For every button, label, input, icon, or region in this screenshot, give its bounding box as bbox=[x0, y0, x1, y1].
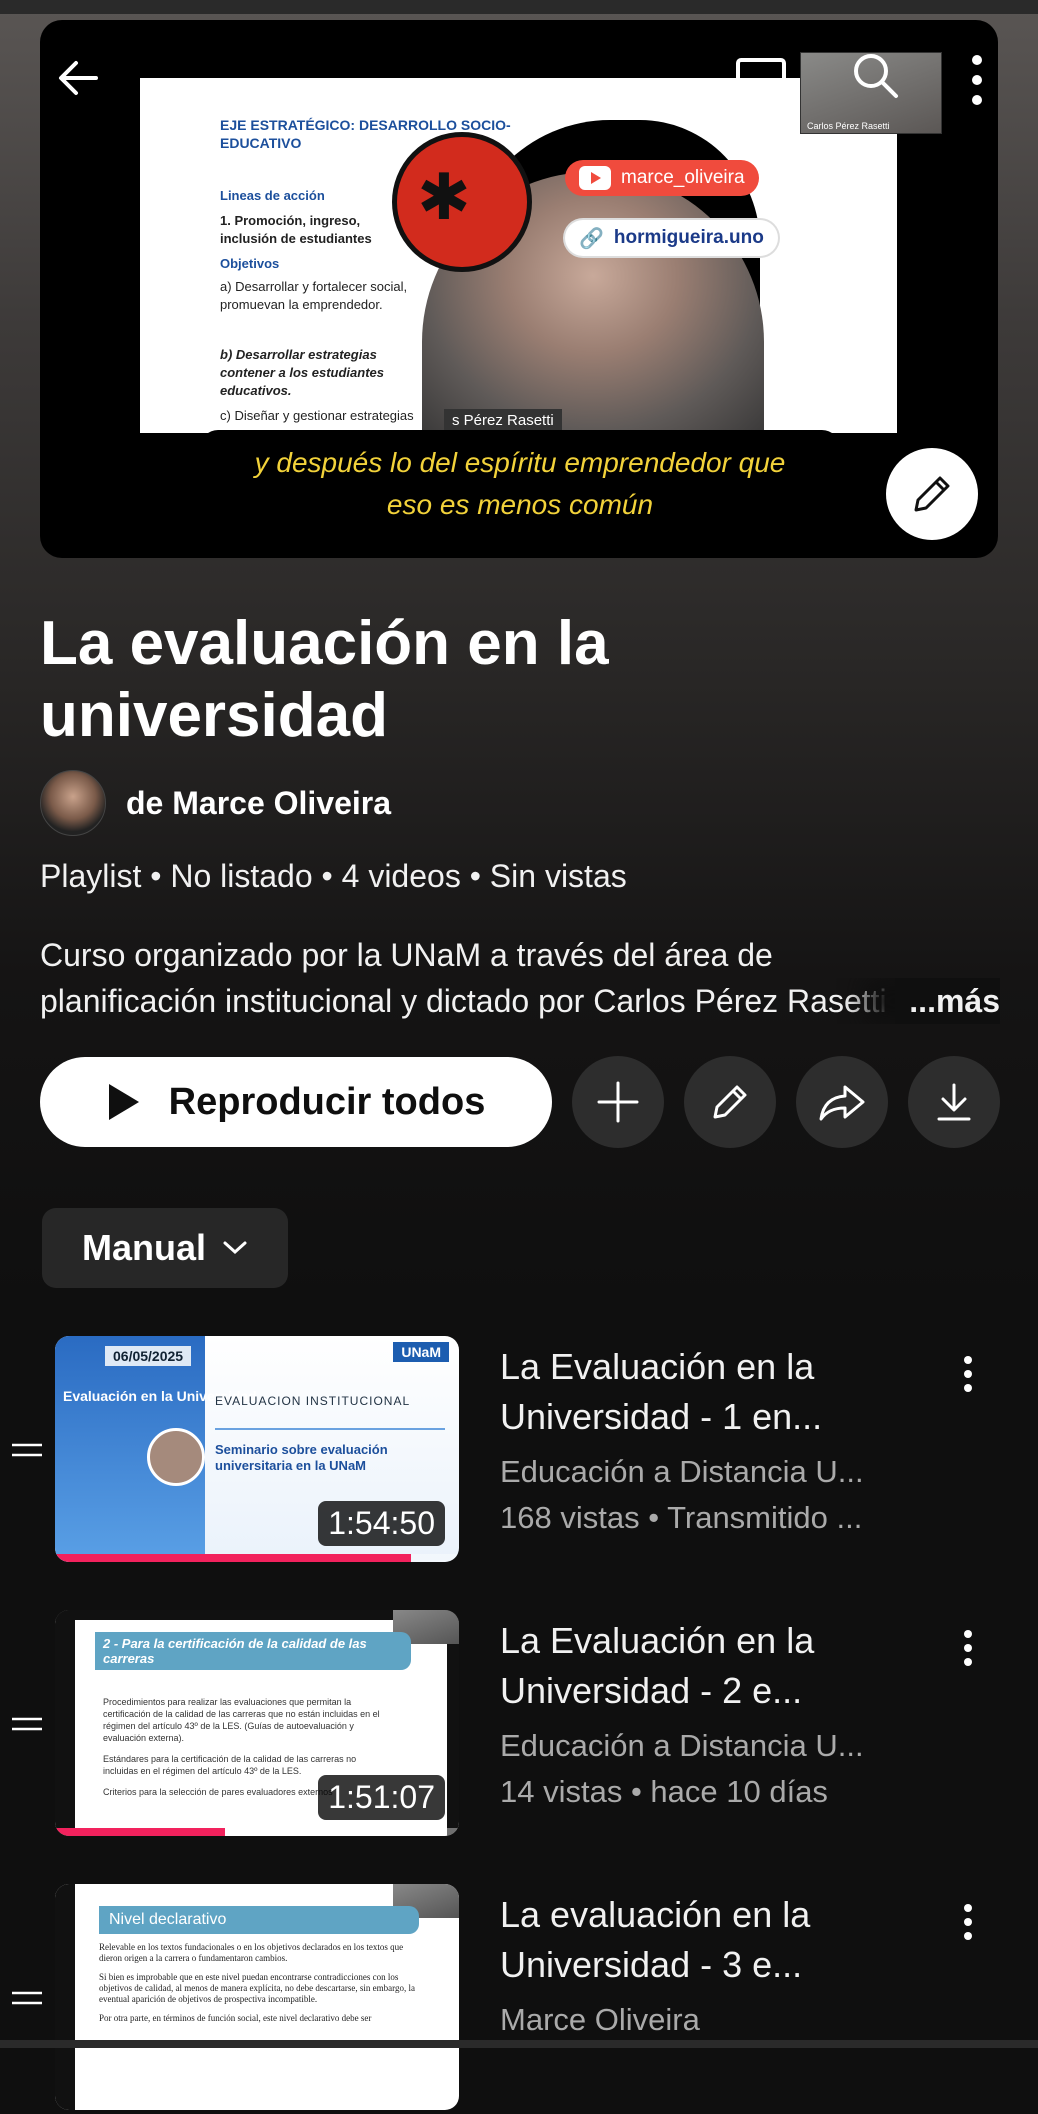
slide-item-1: 1. Promoción, ingreso, inclusión de estu… bbox=[220, 213, 372, 246]
video-title[interactable]: La Evaluación en la Universidad - 1 en..… bbox=[500, 1342, 920, 1442]
video-thumbnail[interactable]: 06/05/2025 UNaM Evaluación en la Univers… bbox=[55, 1336, 459, 1562]
slide-item-b: b) Desarrollar estrategias contener a lo… bbox=[220, 347, 384, 398]
list-item[interactable]: Nivel declarativo Relevable en los texto… bbox=[0, 1884, 1038, 2114]
video-channel: Marce Oliveira bbox=[500, 2002, 700, 2037]
pencil-icon bbox=[713, 1085, 747, 1119]
share-button[interactable] bbox=[796, 1056, 888, 1148]
share-icon bbox=[819, 1085, 865, 1121]
playlist-hero-thumbnail[interactable]: EJE ESTRATÉGICO: DESARROLLO SOCIO-EDUCAT… bbox=[40, 20, 998, 558]
description-line-1: Curso organizado por la UNaM a través de… bbox=[40, 937, 773, 973]
video-channel: Educación a Distancia U... bbox=[500, 1454, 864, 1489]
slide-item-a: a) Desarrollar y fortalecer social, prom… bbox=[220, 279, 408, 312]
more-vert-icon[interactable] bbox=[956, 1902, 980, 1942]
playlist-meta: Playlist • No listado • 4 videos • Sin v… bbox=[40, 858, 627, 894]
drag-handle-icon[interactable] bbox=[10, 1988, 44, 2008]
slide-item-c: c) Diseñar y gestionar estrategias bbox=[220, 408, 414, 423]
status-strip bbox=[0, 0, 1038, 14]
playlist-owner[interactable]: de Marce Oliveira bbox=[40, 770, 391, 836]
play-all-button[interactable]: Reproducir todos bbox=[40, 1057, 552, 1147]
more-vert-icon[interactable] bbox=[956, 1628, 980, 1668]
thumb-speaker-photo bbox=[147, 1428, 205, 1486]
camera-caption: Carlos Pérez Rasetti bbox=[807, 121, 890, 131]
action-bar: Reproducir todos bbox=[40, 1056, 1000, 1148]
video-thumbnail[interactable]: Nivel declarativo Relevable en los texto… bbox=[55, 1884, 459, 2110]
sort-label: Manual bbox=[81, 1227, 206, 1268]
ant-icon: ✱ bbox=[417, 161, 471, 233]
search-icon[interactable] bbox=[850, 50, 902, 102]
cast-icon[interactable] bbox=[730, 54, 790, 106]
thumb-body: Relevable en los textos fundacionales o … bbox=[99, 1942, 419, 2032]
drag-handle-icon[interactable] bbox=[10, 1714, 44, 1734]
duration-badge: 1:54:50 bbox=[318, 1501, 445, 1546]
youtube-handle: marce_oliveira bbox=[621, 167, 745, 188]
thumb-paragraph: Procedimientos para realizar las evaluac… bbox=[103, 1697, 380, 1743]
video-stats: 168 vistas • Transmitido ... bbox=[500, 1500, 863, 1535]
download-button[interactable] bbox=[908, 1056, 1000, 1148]
list-item[interactable]: 06/05/2025 UNaM Evaluación en la Univers… bbox=[0, 1336, 1038, 1566]
description-line-2: planificación institucional y dictado po… bbox=[40, 983, 887, 1019]
avatar[interactable] bbox=[40, 770, 106, 836]
sort-dropdown[interactable]: Manual bbox=[42, 1208, 288, 1288]
video-thumbnail[interactable]: 2 - Para la certificación de la calidad … bbox=[55, 1610, 459, 1836]
playlist-description[interactable]: Curso organizado por la UNaM a través de… bbox=[40, 932, 1000, 1024]
thumb-heading: Nivel declarativo bbox=[99, 1906, 419, 1934]
edit-button[interactable] bbox=[684, 1056, 776, 1148]
thumb-paragraph: Estándares para la certificación de la c… bbox=[103, 1754, 357, 1776]
link-icon: 🔗 bbox=[579, 227, 604, 250]
more-vert-icon[interactable] bbox=[962, 50, 992, 110]
thumb-paragraph: Por otra parte, en términos de función s… bbox=[99, 2013, 372, 2023]
edit-thumbnail-button[interactable] bbox=[886, 448, 978, 540]
video-title[interactable]: La evaluación en la Universidad - 3 e... bbox=[500, 1890, 920, 1990]
duration-badge: 1:51:07 bbox=[318, 1775, 445, 1820]
link-badge: 🔗 hormigueira.uno bbox=[565, 220, 778, 256]
chevron-down-icon bbox=[223, 1241, 247, 1255]
youtube-icon bbox=[579, 166, 611, 190]
more-link[interactable]: ...más bbox=[895, 978, 1000, 1024]
thumb-seminar: Seminario sobre evaluación universitaria… bbox=[215, 1442, 388, 1473]
video-title[interactable]: La Evaluación en la Universidad - 2 e... bbox=[500, 1616, 920, 1716]
ant-logo-icon: ✱ bbox=[392, 132, 532, 272]
pencil-icon bbox=[914, 476, 950, 512]
thumb-paragraph: Si bien es improbable que en este nivel … bbox=[99, 1972, 415, 2004]
more-vert-icon[interactable] bbox=[956, 1354, 980, 1394]
progress-bar bbox=[55, 1828, 225, 1836]
slide-lineas: Lineas de acción bbox=[220, 188, 325, 203]
list-item[interactable]: 2 - Para la certificación de la calidad … bbox=[0, 1610, 1038, 1840]
youtube-handle-badge: marce_oliveira bbox=[565, 160, 759, 196]
caption-line-2: eso es menos común bbox=[386, 489, 654, 520]
link-text: hormigueira.uno bbox=[613, 227, 764, 248]
nav-strip bbox=[0, 2040, 1038, 2048]
video-stats: 14 vistas • hace 10 días bbox=[500, 1774, 828, 1809]
thumb-date: 06/05/2025 bbox=[105, 1346, 192, 1366]
speaker-name-tag: s Pérez Rasetti bbox=[444, 409, 562, 432]
download-icon bbox=[937, 1083, 971, 1121]
caption-line-1: y después lo del espíritu emprendedor qu… bbox=[254, 447, 786, 478]
video-channel: Educación a Distancia U... bbox=[500, 1728, 864, 1763]
add-button[interactable] bbox=[572, 1056, 664, 1148]
drag-handle-icon[interactable] bbox=[10, 1440, 44, 1460]
playlist-title: La evaluación en la universidad bbox=[40, 609, 609, 750]
thumb-border-left bbox=[55, 1610, 75, 1836]
owner-name[interactable]: de Marce Oliveira bbox=[126, 785, 391, 822]
progress-bar bbox=[55, 1554, 411, 1562]
thumb-badge: UNaM bbox=[393, 1342, 449, 1362]
thumb-border-left bbox=[55, 1884, 75, 2110]
caption-box: y después lo del espíritu emprendedor qu… bbox=[200, 430, 840, 546]
arrow-left-icon[interactable] bbox=[50, 50, 106, 106]
description-line-2-wrap: planificación institucional y dictado po… bbox=[40, 978, 1000, 1024]
thumb-heading: 2 - Para la certificación de la calidad … bbox=[95, 1632, 411, 1670]
plus-icon bbox=[597, 1081, 639, 1123]
thumb-header: EVALUACION INSTITUCIONAL bbox=[215, 1394, 411, 1408]
thumb-paragraph: Relevable en los textos fundacionales o … bbox=[99, 1942, 404, 1963]
play-all-label: Reproducir todos bbox=[168, 1080, 486, 1123]
play-icon bbox=[108, 1084, 139, 1120]
slide-objetivos: Objetivos bbox=[220, 256, 280, 271]
thumb-waveform bbox=[215, 1414, 445, 1430]
